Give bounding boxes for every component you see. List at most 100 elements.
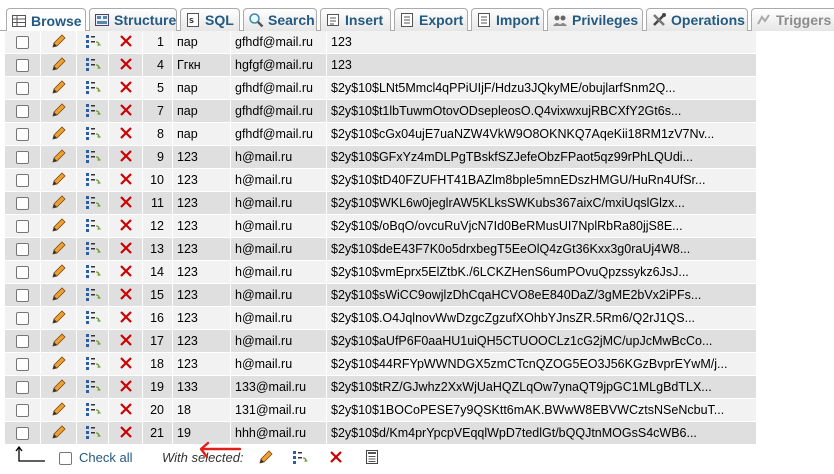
tab-browse[interactable]: Browse xyxy=(6,8,86,32)
edit-pencil-icon[interactable] xyxy=(51,148,67,167)
copy-icon[interactable] xyxy=(85,33,101,52)
copy-icon[interactable] xyxy=(85,171,101,190)
delete-icon[interactable] xyxy=(118,217,134,236)
delete-icon[interactable] xyxy=(118,148,134,167)
row-checkbox[interactable] xyxy=(16,220,29,234)
edit-pencil-icon[interactable] xyxy=(51,217,67,236)
bulk-copy-icon[interactable] xyxy=(292,449,308,468)
row-checkbox[interactable] xyxy=(16,266,29,280)
row-checkbox[interactable] xyxy=(16,197,29,211)
row-checkbox[interactable] xyxy=(16,404,29,418)
edit-pencil-icon[interactable] xyxy=(51,309,67,328)
edit-pencil-icon[interactable] xyxy=(51,33,67,52)
row-checkbox[interactable] xyxy=(16,243,29,257)
edit-pencil-icon[interactable] xyxy=(51,240,67,259)
delete-icon[interactable] xyxy=(118,263,134,282)
tab-import[interactable]: Import xyxy=(471,8,544,31)
copy-icon[interactable] xyxy=(85,332,101,351)
row-checkbox[interactable] xyxy=(16,36,29,50)
check-all-link[interactable]: Check all xyxy=(79,450,132,465)
delete-icon[interactable] xyxy=(118,194,134,213)
copy-icon[interactable] xyxy=(85,125,101,144)
row-edit-cell xyxy=(41,261,77,284)
copy-icon[interactable] xyxy=(85,240,101,259)
row-checkbox[interactable] xyxy=(16,59,29,73)
copy-icon[interactable] xyxy=(85,79,101,98)
row-checkbox-cell xyxy=(5,376,41,399)
copy-icon[interactable] xyxy=(85,309,101,328)
edit-pencil-icon[interactable] xyxy=(51,56,67,75)
row-checkbox[interactable] xyxy=(16,128,29,142)
cell-email: gfhdf@mail.ru xyxy=(231,31,327,54)
delete-icon[interactable] xyxy=(118,309,134,328)
row-checkbox[interactable] xyxy=(16,358,29,372)
delete-icon[interactable] xyxy=(118,332,134,351)
delete-icon[interactable] xyxy=(118,56,134,75)
row-checkbox[interactable] xyxy=(16,427,29,441)
cell-email: h@mail.ru xyxy=(231,192,327,215)
copy-icon[interactable] xyxy=(85,263,101,282)
edit-pencil-icon[interactable] xyxy=(51,125,67,144)
edit-pencil-icon[interactable] xyxy=(51,286,67,305)
bulk-export-icon[interactable] xyxy=(364,449,380,468)
delete-icon[interactable] xyxy=(118,79,134,98)
table-row: 14 123 h@mail.ru $2y$10$vmEprx5ElZtbK./6LCK… xyxy=(5,261,757,284)
bulk-edit-pencil-icon[interactable] xyxy=(258,449,274,468)
row-checkbox[interactable] xyxy=(16,82,29,96)
edit-pencil-icon[interactable] xyxy=(51,401,67,420)
row-checkbox[interactable] xyxy=(16,174,29,188)
tab-operations[interactable]: Operations xyxy=(646,8,748,31)
cell-password: $2y$10$sWiCC9owjlzDhCqaHCVO8eE840DaZ/3gM… xyxy=(327,284,757,307)
row-delete-cell xyxy=(109,238,143,261)
row-checkbox[interactable] xyxy=(16,289,29,303)
copy-icon[interactable] xyxy=(85,102,101,121)
check-all-checkbox[interactable] xyxy=(59,452,72,465)
copy-icon[interactable] xyxy=(85,378,101,397)
delete-icon[interactable] xyxy=(118,424,134,443)
row-checkbox[interactable] xyxy=(16,381,29,395)
copy-icon[interactable] xyxy=(85,424,101,443)
table-row: 4 Ггкн hgfgf@mail.ru 123 xyxy=(5,54,757,77)
delete-icon[interactable] xyxy=(118,286,134,305)
delete-icon[interactable] xyxy=(118,171,134,190)
tab-structure[interactable]: Structure xyxy=(89,8,177,31)
edit-pencil-icon[interactable] xyxy=(51,424,67,443)
copy-icon[interactable] xyxy=(85,217,101,236)
copy-icon[interactable] xyxy=(85,148,101,167)
row-copy-cell xyxy=(77,376,109,399)
tab-insert[interactable]: Insert xyxy=(320,8,391,31)
delete-icon[interactable] xyxy=(118,102,134,121)
cell-password: $2y$10$/oBqO/ovcuRuVjcN7Id0BeRMusUI7NplR… xyxy=(327,215,757,238)
bulk-delete-icon[interactable] xyxy=(328,449,344,468)
tab-sql[interactable]: S SQL xyxy=(180,8,240,31)
delete-icon[interactable] xyxy=(118,33,134,52)
tab-search[interactable]: Search xyxy=(243,8,317,31)
edit-pencil-icon[interactable] xyxy=(51,355,67,374)
row-checkbox[interactable] xyxy=(16,151,29,165)
tab-triggers[interactable]: Triggers xyxy=(751,8,834,31)
edit-pencil-icon[interactable] xyxy=(51,263,67,282)
copy-icon[interactable] xyxy=(85,286,101,305)
delete-icon[interactable] xyxy=(118,401,134,420)
edit-pencil-icon[interactable] xyxy=(51,171,67,190)
tab-label: Search xyxy=(268,12,315,28)
delete-icon[interactable] xyxy=(118,125,134,144)
row-edit-cell xyxy=(41,307,77,330)
copy-icon[interactable] xyxy=(85,56,101,75)
delete-icon[interactable] xyxy=(118,355,134,374)
edit-pencil-icon[interactable] xyxy=(51,194,67,213)
row-checkbox[interactable] xyxy=(16,335,29,349)
row-checkbox[interactable] xyxy=(16,312,29,326)
edit-pencil-icon[interactable] xyxy=(51,102,67,121)
edit-pencil-icon[interactable] xyxy=(51,332,67,351)
delete-icon[interactable] xyxy=(118,240,134,259)
row-checkbox[interactable] xyxy=(16,105,29,119)
copy-icon[interactable] xyxy=(85,355,101,374)
copy-icon[interactable] xyxy=(85,194,101,213)
delete-icon[interactable] xyxy=(118,378,134,397)
edit-pencil-icon[interactable] xyxy=(51,378,67,397)
copy-icon[interactable] xyxy=(85,401,101,420)
edit-pencil-icon[interactable] xyxy=(51,79,67,98)
tab-privileges[interactable]: Privileges xyxy=(547,8,643,31)
tab-export[interactable]: Export xyxy=(394,8,468,31)
